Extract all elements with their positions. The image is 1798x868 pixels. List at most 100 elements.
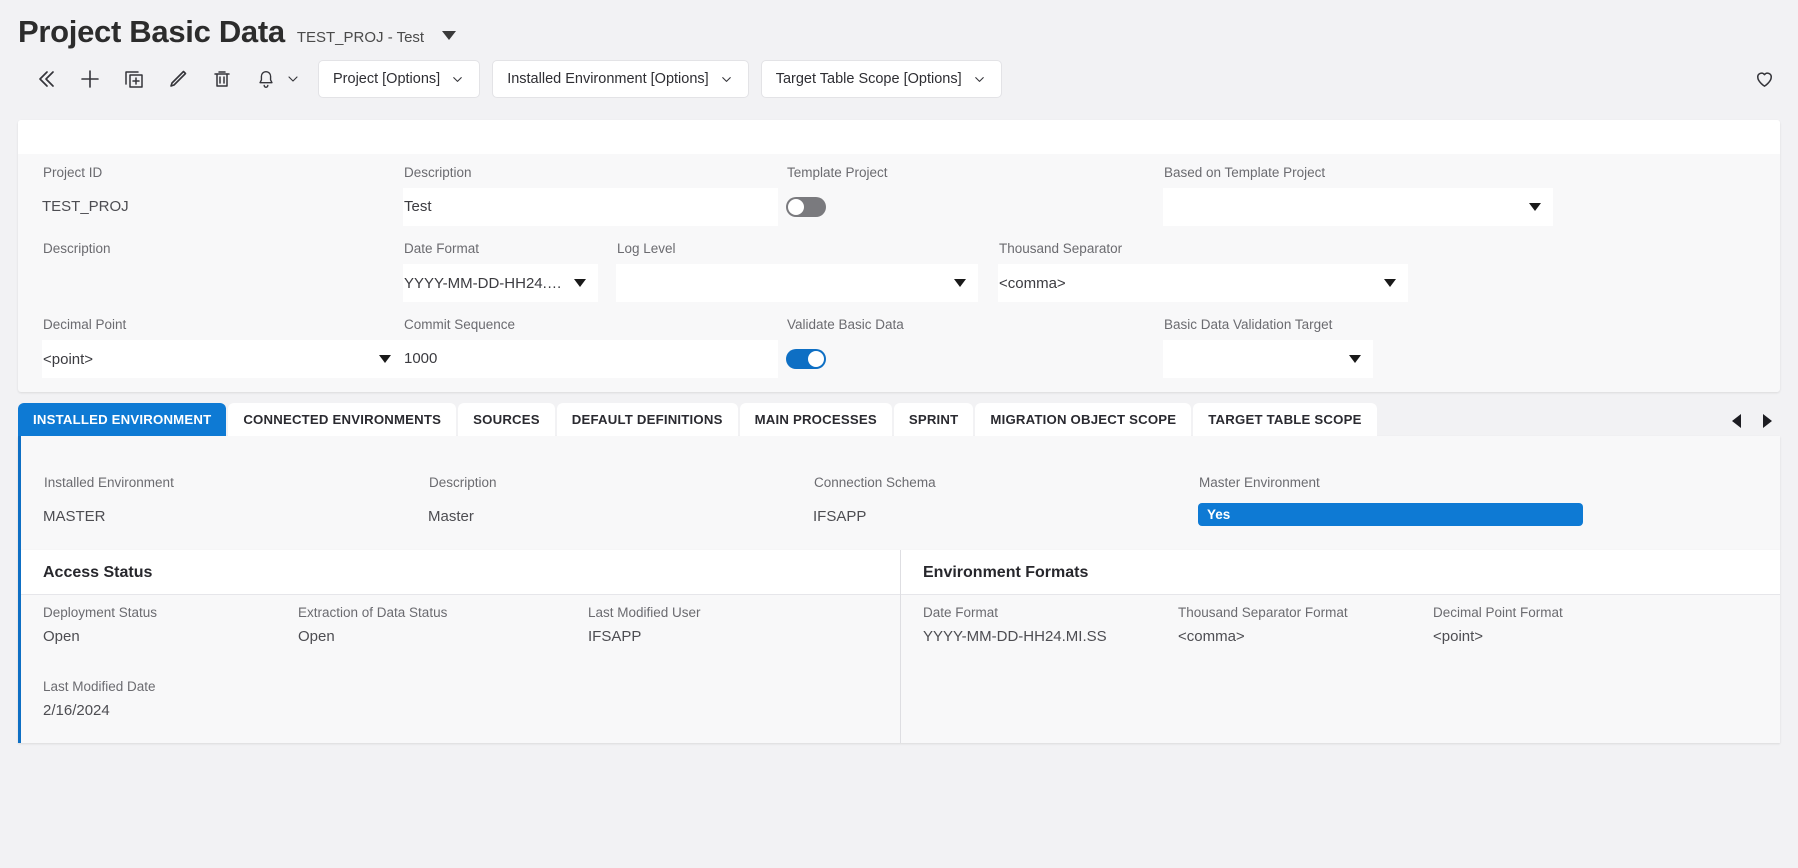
page-header: Project Basic Data TEST_PROJ - Test xyxy=(0,0,1798,50)
panel-top-strip xyxy=(21,436,1780,464)
tab-target-table-scope[interactable]: TARGET TABLE SCOPE xyxy=(1193,403,1377,436)
field-label-deployment-status: Deployment Status xyxy=(43,605,158,620)
tab-connected-environments[interactable]: CONNECTED ENVIRONMENTS xyxy=(228,403,457,436)
date-format-select[interactable]: YYYY-MM-DD-HH24.MI... xyxy=(403,264,598,302)
field-label-master-environment: Master Environment xyxy=(1199,475,1320,490)
toolbar: Project [Options] Installed Environment … xyxy=(0,50,1798,112)
field-label-thousand-separator-format: Thousand Separator Format xyxy=(1178,605,1348,620)
field-thousand-separator-format: Thousand Separator Format <comma> xyxy=(1178,605,1433,669)
tab-migration-object-scope[interactable]: MIGRATION OBJECT SCOPE xyxy=(975,403,1192,436)
tab-default-definitions[interactable]: DEFAULT DEFINITIONS xyxy=(556,403,738,436)
field-label-validate-basic-data: Validate Basic Data xyxy=(787,317,904,332)
chevron-down-icon xyxy=(974,76,984,82)
based-on-template-project-select[interactable] xyxy=(1163,188,1553,226)
page-title: Project Basic Data xyxy=(18,14,285,49)
field-label-log-level: Log Level xyxy=(617,241,676,256)
field-connection-schema: Connection Schema IFSAPP xyxy=(813,464,1198,550)
access-status-title: Access Status xyxy=(21,550,900,595)
field-extraction-of-data-status: Extraction of Data Status Open xyxy=(298,605,588,669)
field-label-template-project: Template Project xyxy=(787,165,888,180)
commit-sequence-input[interactable] xyxy=(403,340,778,378)
field-label-ie-description: Description xyxy=(429,475,497,490)
log-level-select[interactable] xyxy=(616,264,978,302)
collapse-icon[interactable] xyxy=(24,61,68,97)
arrow-left-icon[interactable] xyxy=(1732,414,1741,428)
installed-environment-options-button[interactable]: Installed Environment [Options] xyxy=(492,60,749,98)
bottom-sections: Access Status Deployment Status Open Ext… xyxy=(18,550,1780,743)
basic-data-validation-target-select[interactable] xyxy=(1163,340,1373,378)
target-table-scope-options-label: Target Table Scope [Options] xyxy=(775,71,962,87)
duplicate-icon[interactable] xyxy=(112,61,156,97)
field-label-basic-data-validation-target: Basic Data Validation Target xyxy=(1164,317,1333,332)
template-project-toggle[interactable] xyxy=(786,197,826,217)
tab-sources[interactable]: SOURCES xyxy=(458,403,555,436)
tab-installed-environment[interactable]: INSTALLED ENVIRONMENT xyxy=(18,403,227,436)
field-master-environment: Master Environment Yes xyxy=(1198,464,1583,550)
field-value-last-modified-user: IFSAPP xyxy=(588,628,642,645)
access-status-row-2: Last Modified Date 2/16/2024 xyxy=(43,669,900,743)
description-input[interactable] xyxy=(403,188,778,226)
field-log-level: Log Level xyxy=(598,230,978,302)
delete-icon[interactable] xyxy=(200,61,244,97)
field-basic-data-validation-target: Basic Data Validation Target xyxy=(1163,306,1373,378)
dropdown-caret-icon xyxy=(954,279,966,287)
thousand-separator-select[interactable]: <comma> xyxy=(998,264,1408,302)
environment-formats-title: Environment Formats xyxy=(901,550,1780,595)
target-table-scope-options-button[interactable]: Target Table Scope [Options] xyxy=(760,60,1002,98)
field-based-on-template-project: Based on Template Project xyxy=(1163,154,1553,226)
field-last-modified-user: Last Modified User IFSAPP xyxy=(588,605,838,669)
field-value-last-modified-date: 2/16/2024 xyxy=(43,702,110,719)
field-description-second: Description xyxy=(18,230,403,302)
field-decimal-point: Decimal Point <point> xyxy=(18,306,403,378)
field-label-decimal-point: Decimal Point xyxy=(43,317,127,332)
decimal-point-select[interactable]: <point> xyxy=(42,340,403,378)
new-icon[interactable] xyxy=(68,61,112,97)
toggle-knob xyxy=(788,199,804,215)
notification-dropdown-caret-icon[interactable] xyxy=(280,61,306,97)
field-label-description-top: Description xyxy=(404,165,472,180)
validate-basic-data-toggle[interactable] xyxy=(786,349,826,369)
field-installed-environment: Installed Environment MASTER xyxy=(43,464,428,550)
project-options-button[interactable]: Project [Options] xyxy=(318,60,481,98)
tab-label: CONNECTED ENVIRONMENTS xyxy=(243,412,442,427)
installed-environment-options-label: Installed Environment [Options] xyxy=(507,71,709,87)
heart-icon[interactable] xyxy=(1753,67,1776,95)
field-value-decimal-point-format: <point> xyxy=(1433,628,1484,645)
tab-label: DEFAULT DEFINITIONS xyxy=(571,412,723,427)
tab-sprint[interactable]: SPRINT xyxy=(893,403,974,436)
field-value-extraction-of-data-status: Open xyxy=(298,628,335,645)
tab-label: SOURCES xyxy=(473,412,540,427)
record-selector-caret-icon[interactable] xyxy=(442,31,457,40)
field-commit-sequence: Commit Sequence xyxy=(403,306,778,378)
edit-icon[interactable] xyxy=(156,61,200,97)
form-row-1: Project ID TEST_PROJ Description Templat… xyxy=(18,154,1780,230)
tab-label: MIGRATION OBJECT SCOPE xyxy=(990,412,1177,427)
project-basic-data-card: Project ID TEST_PROJ Description Templat… xyxy=(18,120,1780,392)
field-ie-description: Description Master xyxy=(428,464,813,550)
chevron-down-icon xyxy=(453,76,462,82)
tab-bar: INSTALLED ENVIRONMENT CONNECTED ENVIRONM… xyxy=(18,400,1780,436)
field-validate-basic-data: Validate Basic Data xyxy=(778,306,1163,369)
dropdown-caret-icon xyxy=(574,279,586,287)
field-value-project-id: TEST_PROJ xyxy=(42,198,129,215)
environment-formats-body: Date Format YYYY-MM-DD-HH24.MI.SS Thousa… xyxy=(901,595,1780,743)
environment-formats-row-1: Date Format YYYY-MM-DD-HH24.MI.SS Thousa… xyxy=(923,595,1780,669)
card-top-strip xyxy=(18,120,1780,154)
field-label-env-date-format: Date Format xyxy=(923,605,999,620)
field-label-connection-schema: Connection Schema xyxy=(814,475,936,490)
field-label-date-format: Date Format xyxy=(404,241,480,256)
form-grid: Project ID TEST_PROJ Description Templat… xyxy=(18,154,1780,392)
field-value-ie-description: Master xyxy=(428,508,474,525)
field-value-deployment-status: Open xyxy=(43,628,80,645)
tab-main-processes[interactable]: MAIN PROCESSES xyxy=(739,403,892,436)
installed-environment-panel: Installed Environment MASTER Description… xyxy=(18,436,1780,550)
dropdown-caret-icon xyxy=(1529,203,1541,211)
field-template-project: Template Project xyxy=(778,154,1163,217)
tab-nav-controls xyxy=(1718,414,1780,436)
field-label-description-second: Description xyxy=(43,241,111,256)
tab-list: INSTALLED ENVIRONMENT CONNECTED ENVIRONM… xyxy=(18,403,1718,436)
arrow-right-icon[interactable] xyxy=(1763,414,1772,428)
field-thousand-separator: Thousand Separator <comma> xyxy=(978,230,1408,302)
decimal-point-value: <point> xyxy=(43,350,94,368)
tab-label: MAIN PROCESSES xyxy=(754,412,877,427)
